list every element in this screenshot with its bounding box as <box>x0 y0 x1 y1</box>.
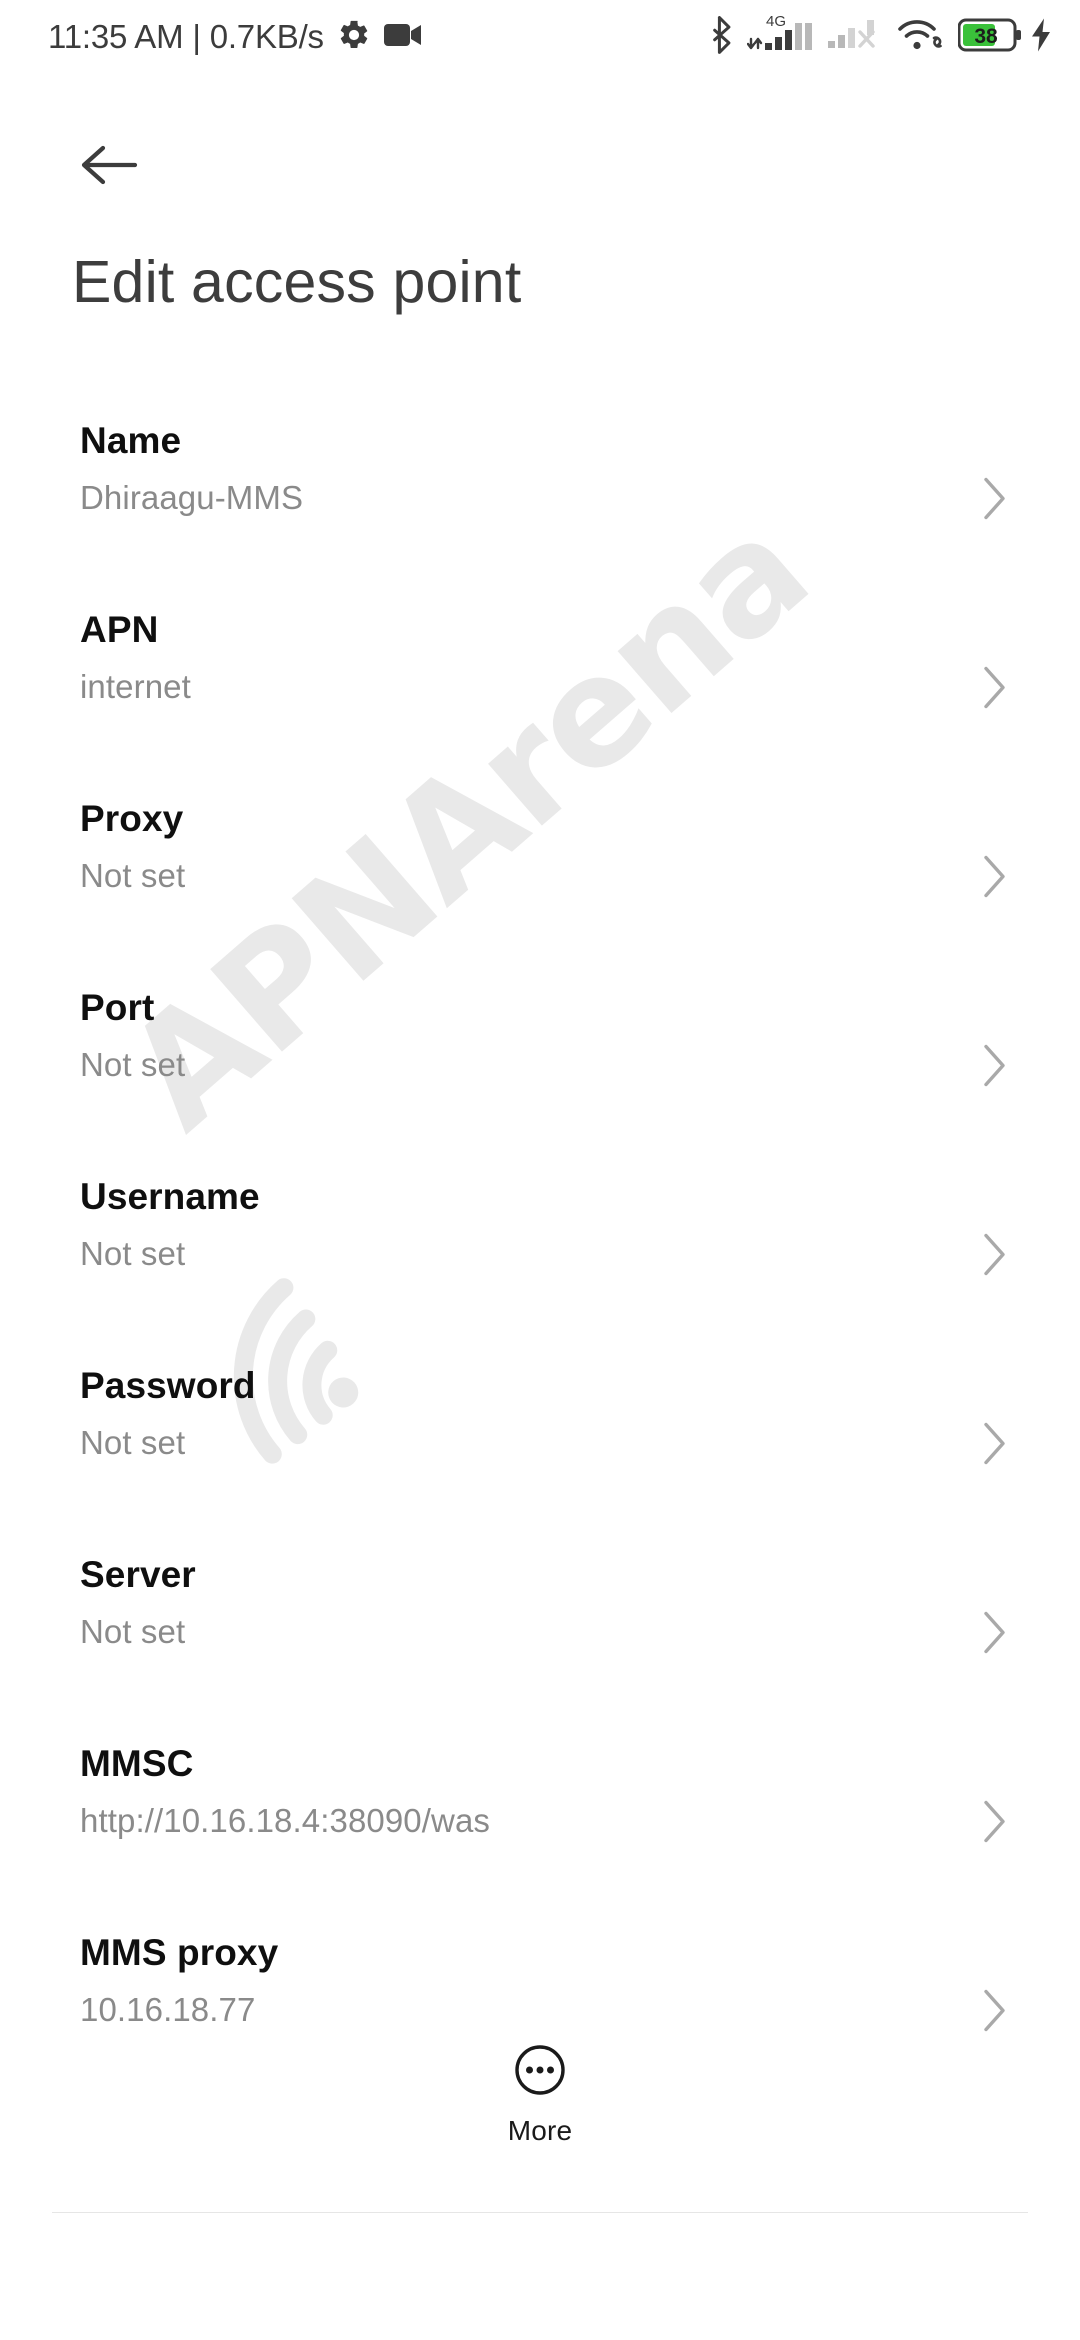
signal-sim2-off-icon <box>827 16 885 59</box>
list-item-title: APN <box>80 609 159 650</box>
chevron-right-icon <box>982 1420 1008 1471</box>
status-bar-right: 4G 38 <box>708 14 1054 59</box>
status-bar-left: 11:35 AM | 0.7KB/s <box>48 18 422 57</box>
more-button[interactable]: More <box>0 2042 1080 2147</box>
charging-bolt-icon <box>1028 17 1054 58</box>
list-item-value: http://10.16.18.4:38090/was <box>80 1802 491 1839</box>
list-item-value: Not set <box>80 857 186 894</box>
chevron-right-icon <box>982 1609 1008 1660</box>
phone-screen: APNArena 11:35 AM | 0.7KB/s 4G 38 Edit a… <box>0 0 1080 2340</box>
list-item[interactable]: MMSC http://10.16.18.4:38090/was <box>0 1729 1080 1918</box>
chevron-right-icon <box>982 664 1008 715</box>
list-item[interactable]: Proxy Not set <box>0 784 1080 973</box>
chevron-right-icon <box>982 1042 1008 1093</box>
list-item-value: Not set <box>80 1613 186 1650</box>
more-circle-icon <box>512 2042 568 2103</box>
list-item-value: Not set <box>80 1424 186 1461</box>
status-clock: 11:35 AM | 0.7KB/s <box>48 18 324 55</box>
gear-icon <box>337 18 371 57</box>
list-item-value: Dhiraagu-MMS <box>80 479 304 516</box>
bluetooth-icon <box>708 15 734 59</box>
list-item-value: Not set <box>80 1046 186 1083</box>
list-item-value: 10.16.18.77 <box>80 1991 256 2028</box>
chevron-right-icon <box>982 1231 1008 1282</box>
battery-icon: 38 <box>957 18 1022 57</box>
list-item[interactable]: Port Not set <box>0 973 1080 1162</box>
list-item[interactable]: Name Dhiraagu-MMS <box>0 406 1080 595</box>
list-item[interactable]: Password Not set <box>0 1351 1080 1540</box>
list-item-title: MMSC <box>80 1743 194 1784</box>
list-item-value: internet <box>80 668 191 705</box>
settings-list: Name Dhiraagu-MMS APN internet Proxy Not… <box>0 406 1080 2107</box>
signal-4g-icon: 4G <box>747 14 821 56</box>
chevron-right-icon <box>982 1798 1008 1849</box>
list-item-value: Not set <box>80 1235 186 1272</box>
list-item[interactable]: Server Not set <box>0 1540 1080 1729</box>
list-item-title: Server <box>80 1554 196 1595</box>
navigation-bar <box>0 2213 1080 2340</box>
chevron-right-icon <box>982 1987 1008 2038</box>
wifi-icon <box>897 16 945 59</box>
list-item[interactable]: APN internet <box>0 595 1080 784</box>
more-button-label: More <box>507 2115 573 2146</box>
list-item-title: MMS proxy <box>80 1932 279 1973</box>
back-arrow-icon[interactable] <box>72 128 146 202</box>
status-bar: 11:35 AM | 0.7KB/s 4G 38 <box>0 0 1080 74</box>
list-item-title: Name <box>80 420 182 461</box>
chevron-right-icon <box>982 853 1008 904</box>
list-item-title: Proxy <box>80 798 184 839</box>
video-camera-icon <box>383 22 422 53</box>
list-item[interactable]: Username Not set <box>0 1162 1080 1351</box>
network-type-label: 4G <box>766 13 787 30</box>
list-item-title: Password <box>80 1365 256 1406</box>
svg-text:38: 38 <box>974 25 998 48</box>
chevron-right-icon <box>982 475 1008 526</box>
page-title: Edit access point <box>72 249 522 315</box>
list-item-title: Port <box>80 987 155 1028</box>
list-item-title: Username <box>80 1176 260 1217</box>
